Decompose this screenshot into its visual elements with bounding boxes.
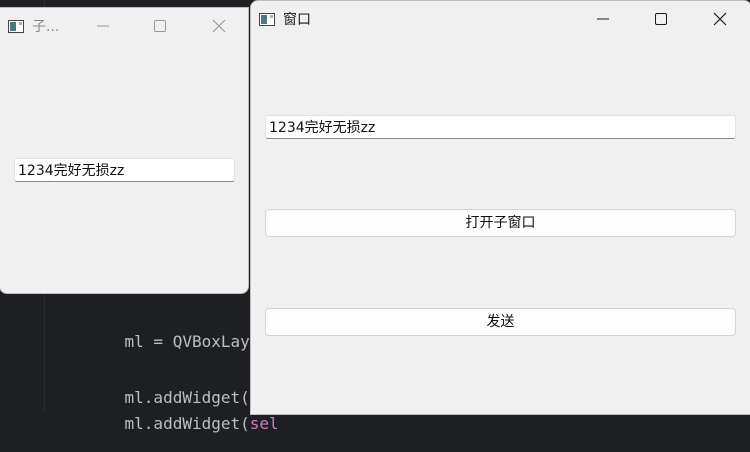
code-keyword: sel [249,414,279,433]
main-window-titlebar[interactable]: 窗口 [251,1,750,37]
main-window: 窗口 打开子窗口 发送 [250,0,750,415]
maximize-button[interactable] [137,8,183,44]
minimize-icon [597,18,609,20]
close-button[interactable] [697,1,743,37]
send-button[interactable]: 发送 [265,308,736,336]
main-window-title: 窗口 [283,12,311,28]
child-window-title: 子... [32,19,60,35]
close-button[interactable] [196,8,242,44]
child-text-input[interactable] [14,158,235,182]
minimize-button[interactable] [80,8,126,44]
app-window-icon [259,12,275,26]
maximize-icon [655,13,667,25]
code-text: ml.addWidget( [124,414,250,433]
minimize-button[interactable] [580,1,626,37]
maximize-button[interactable] [638,1,684,37]
main-text-input[interactable] [265,115,736,139]
open-child-window-button[interactable]: 打开子窗口 [265,209,736,237]
minimize-icon [97,25,109,27]
maximize-icon [154,20,166,32]
close-icon [713,12,727,26]
child-window: 子... [0,7,249,294]
close-icon [212,19,226,33]
child-window-titlebar[interactable]: 子... [0,8,248,44]
app-window-icon [8,19,24,33]
